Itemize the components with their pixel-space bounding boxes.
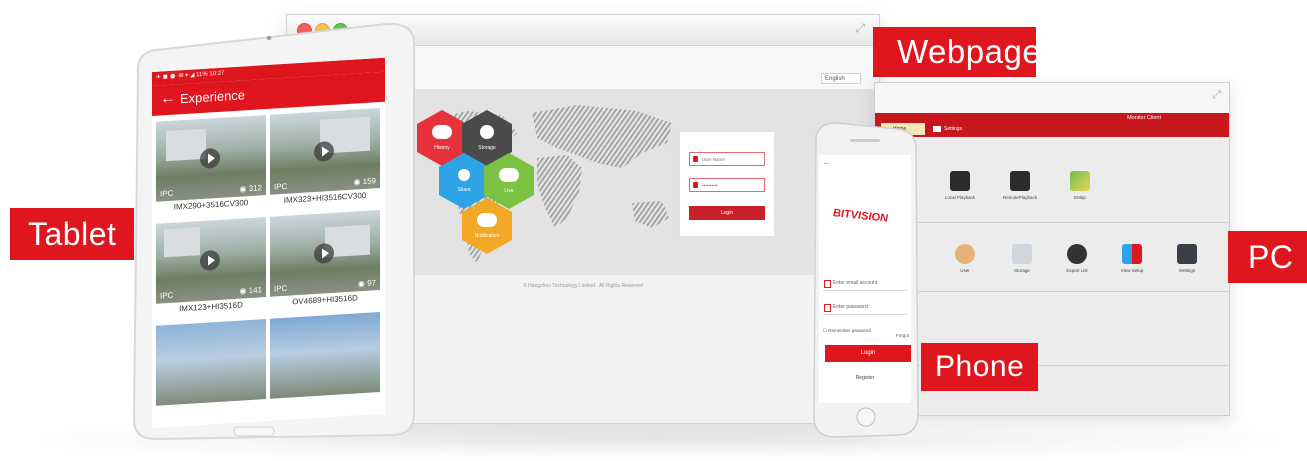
cloud-icon [499, 168, 519, 182]
bitvision-logo: BITVISION [833, 207, 889, 225]
pc-titlebar: ⤢ [875, 83, 1229, 113]
pc-local-playback[interactable]: Local Playback [935, 171, 985, 200]
download-icon [480, 125, 494, 139]
grid-icon [1122, 244, 1142, 264]
view-count: ◉ 97 [357, 278, 376, 289]
web-login-button[interactable]: Login [689, 206, 765, 220]
clapper-icon [950, 171, 970, 191]
view-count: ◉ 141 [239, 285, 262, 296]
divider [875, 291, 1229, 292]
clapper-icon [1010, 171, 1030, 191]
pc-menu-bar: Monitor Client Home Settings [875, 113, 1229, 137]
film-reel-icon [1067, 244, 1087, 264]
monitor-icon [1177, 244, 1197, 264]
phone-label: Phone [921, 343, 1038, 391]
phone-device: ← BITVISION Enter email account Enter pa… [806, 121, 926, 439]
map-icon [1070, 171, 1090, 191]
phone-screen: ← BITVISION Enter email account Enter pa… [819, 155, 911, 403]
user-icon [955, 244, 975, 264]
password-field[interactable]: •••••••••• [689, 178, 765, 192]
view-count: ◉ 312 [239, 183, 262, 194]
pc-remote-playback[interactable]: RemotePlayback [995, 171, 1045, 200]
camera-icon [1012, 244, 1032, 264]
webpage-label: Webpage [873, 27, 1041, 77]
lock-icon [693, 182, 698, 188]
divider [875, 222, 1229, 223]
cloud-icon [432, 125, 452, 139]
camera-thumbnail: IPC ◉ 97 [270, 210, 380, 297]
pc-label: PC [1228, 231, 1307, 283]
phone-email-field[interactable]: Enter email account [823, 275, 907, 291]
camera-card[interactable]: IPC ◉ 312 IMX290+3516CV300 [156, 115, 266, 217]
back-arrow-icon[interactable]: ← [160, 90, 176, 108]
language-select[interactable]: English [821, 73, 861, 84]
pc-export-list[interactable]: Export List [1052, 244, 1102, 273]
chat-icon [477, 213, 497, 227]
username-field[interactable]: User Name [689, 152, 765, 166]
forgot-link[interactable]: Forgot [896, 333, 909, 338]
share-icon [458, 169, 470, 181]
camera-thumbnail: IPC ◉ 141 [156, 217, 266, 304]
web-login-card: User Name •••••••••• Login [679, 131, 775, 237]
camera-thumbnail: IPC ◉ 159 [270, 108, 380, 195]
user-icon [693, 156, 698, 162]
back-arrow-icon[interactable]: ← [822, 157, 832, 168]
camera-thumbnail [270, 312, 380, 399]
tablet-device: ✈ ◼ ⏰ ✉ ▾ ◢ 11% 10:27 ← Experience IPC ◉… [116, 22, 416, 440]
camera-card[interactable]: IPC ◉ 159 IMX323+HI3516CV300 [270, 108, 380, 210]
play-icon[interactable] [200, 147, 220, 170]
pc-storage[interactable]: Storage [997, 244, 1047, 273]
camera-thumbnail: IPC ◉ 312 [156, 115, 266, 202]
pc-view-setup[interactable]: View Setup [1107, 244, 1157, 273]
remember-password-checkbox[interactable]: ☐ Remember password [823, 328, 871, 334]
expand-icon[interactable]: ⤢ [1212, 89, 1221, 102]
play-icon[interactable] [314, 242, 334, 265]
phone-password-field[interactable]: Enter password [823, 299, 907, 315]
camera-card[interactable]: IPC ◉ 141 IMX123+HI3516D [156, 217, 266, 319]
phone-login-button[interactable]: Login [825, 345, 911, 362]
view-count: ◉ 159 [353, 176, 376, 187]
tablet-page-title: Experience [180, 87, 246, 107]
camera-card[interactable] [270, 312, 380, 414]
tablet-screen: ✈ ◼ ⏰ ✉ ▾ ◢ 11% 10:27 ← Experience IPC ◉… [152, 57, 385, 428]
pc-settings-tab[interactable]: Settings [933, 123, 962, 135]
play-icon[interactable] [200, 249, 220, 272]
pc-user[interactable]: User [940, 244, 990, 273]
play-icon[interactable] [314, 140, 334, 163]
tablet-label: Tablet [10, 208, 134, 260]
pc-app-title: Monitor Client [1127, 115, 1161, 121]
camera-thumbnail [156, 319, 266, 406]
camera-card[interactable]: IPC ◉ 97 OV4689+HI3516D [270, 210, 380, 312]
expand-icon[interactable]: ⤢ [855, 21, 865, 36]
camera-card[interactable] [156, 319, 266, 421]
pc-settings[interactable]: Settings [1162, 244, 1212, 273]
register-link[interactable]: Register [819, 375, 911, 381]
pc-emap[interactable]: EMap [1055, 171, 1105, 200]
building-shape [164, 227, 200, 258]
